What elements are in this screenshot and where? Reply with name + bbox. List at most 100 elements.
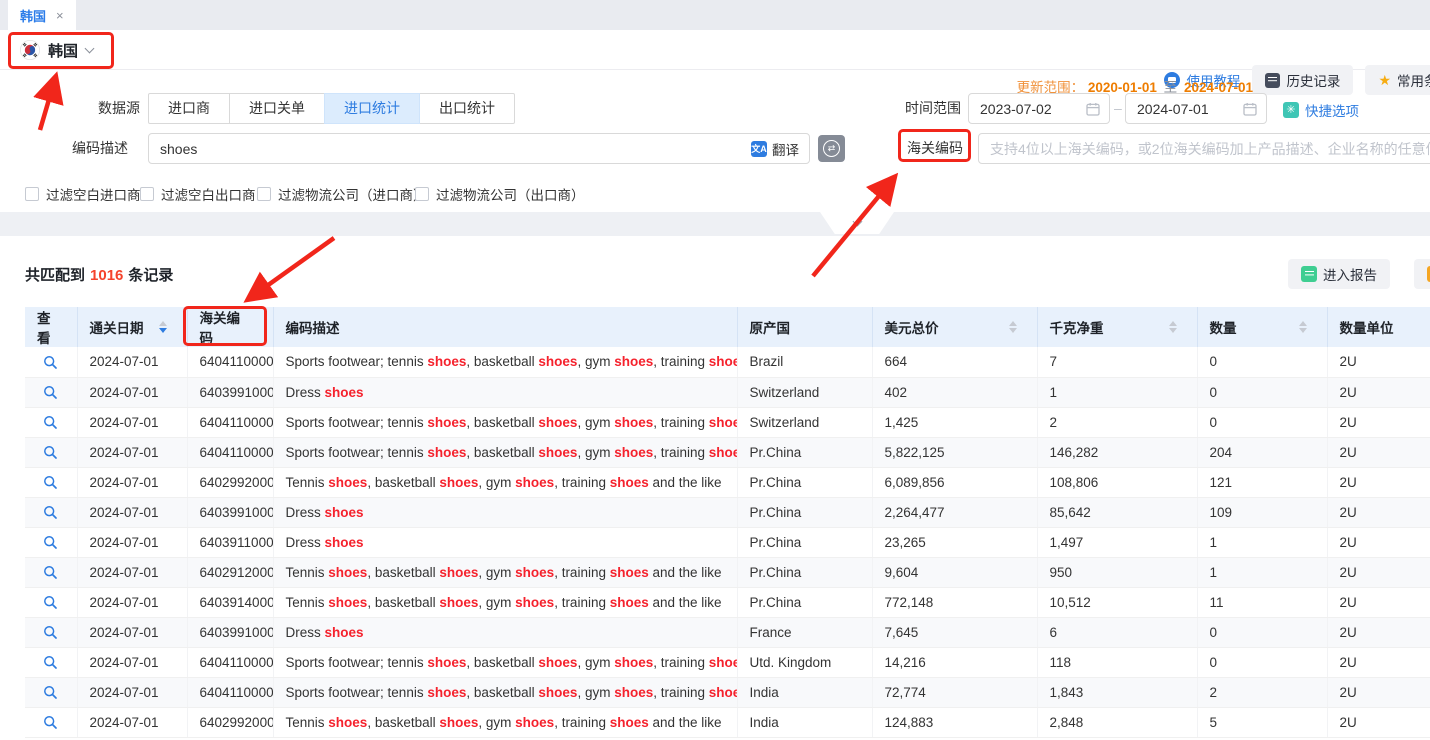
cell-unit: 2U: [1327, 677, 1430, 707]
filter-checkbox[interactable]: 过滤物流公司（进口商）: [257, 184, 427, 204]
table-row: 2024-07-016404110000Sports footwear; ten…: [25, 347, 1430, 377]
calendar-icon[interactable]: [1086, 102, 1100, 116]
sort-carets[interactable]: [159, 321, 167, 333]
datasource-option[interactable]: 进口统计: [324, 93, 420, 124]
hs-code-input[interactable]: [979, 135, 1430, 162]
cell-date: 2024-07-01: [77, 647, 187, 677]
export-button[interactable]: [1414, 259, 1430, 289]
sort-desc-icon[interactable]: [1169, 328, 1177, 333]
column-header[interactable]: 美元总价: [872, 307, 1037, 347]
cell-quantity: 0: [1197, 617, 1327, 647]
description-input[interactable]: [149, 135, 751, 162]
country-selector[interactable]: 韩国: [20, 38, 93, 62]
view-detail-button[interactable]: [25, 467, 77, 497]
summary-suffix: 条记录: [128, 267, 173, 284]
highlighted-keyword: shoes: [439, 565, 478, 580]
column-header[interactable]: 数量: [1197, 307, 1327, 347]
view-detail-button[interactable]: [25, 587, 77, 617]
cell-net-kg: 7: [1037, 347, 1197, 377]
checkbox-box[interactable]: [140, 187, 154, 201]
datasource-group: 进口商进口关单进口统计出口统计: [148, 93, 515, 124]
cell-hs-code: 6404110000: [187, 437, 273, 467]
cell-usd-total: 23,265: [872, 527, 1037, 557]
cell-description: Sports footwear; tennis shoes, basketbal…: [273, 407, 737, 437]
column-header[interactable]: 通关日期: [77, 307, 187, 347]
highlighted-keyword: shoes: [328, 565, 367, 580]
sort-desc-icon[interactable]: [159, 328, 167, 333]
cell-unit: 2U: [1327, 617, 1430, 647]
results-summary: 共匹配到1016条记录: [25, 264, 173, 285]
checkbox-label: 过滤物流公司（出口商）: [436, 184, 585, 204]
datasource-option[interactable]: 出口统计: [419, 93, 515, 124]
view-detail-button[interactable]: [25, 407, 77, 437]
datasource-option[interactable]: 进口关单: [229, 93, 325, 124]
cell-description: Dress shoes: [273, 617, 737, 647]
column-header[interactable]: 千克净重: [1037, 307, 1197, 347]
sort-carets[interactable]: [1169, 321, 1177, 333]
table-row: 2024-07-016403991000Dress shoesFrance7,6…: [25, 617, 1430, 647]
view-detail-button[interactable]: [25, 377, 77, 407]
checkbox-box[interactable]: [415, 187, 429, 201]
time-range-label: 时间范围: [903, 93, 961, 124]
sort-carets[interactable]: [1009, 321, 1017, 333]
sort-asc-icon[interactable]: [1169, 321, 1177, 326]
cell-date: 2024-07-01: [77, 617, 187, 647]
date-from-input[interactable]: 2023-07-02: [968, 93, 1110, 124]
enter-report-button[interactable]: 进入报告: [1288, 259, 1390, 289]
tab-bar: 韩国 ×: [0, 0, 1430, 30]
checkbox-box[interactable]: [257, 187, 271, 201]
cell-origin: Switzerland: [737, 377, 872, 407]
filter-checkbox[interactable]: 过滤空白出口商: [140, 184, 256, 204]
quick-options-link[interactable]: ✳ 快捷选项: [1283, 100, 1359, 120]
highlighted-keyword: shoes: [538, 655, 577, 670]
filter-checkbox[interactable]: 过滤空白进口商: [25, 184, 141, 204]
cell-hs-code: 6403914000: [187, 587, 273, 617]
highlighted-keyword: shoes: [538, 685, 577, 700]
view-detail-button[interactable]: [25, 647, 77, 677]
date-to-input[interactable]: 2024-07-01: [1125, 93, 1267, 124]
magnifier-icon: [43, 655, 58, 670]
translate-label: 翻译: [772, 139, 799, 159]
translate-button[interactable]: 文A 翻译: [751, 139, 799, 159]
enter-report-label: 进入报告: [1323, 264, 1377, 284]
view-detail-button[interactable]: [25, 437, 77, 467]
sort-desc-icon[interactable]: [1299, 328, 1307, 333]
view-detail-button[interactable]: [25, 617, 77, 647]
checkbox-box[interactable]: [25, 187, 39, 201]
sort-carets[interactable]: [1299, 321, 1307, 333]
highlighted-keyword: shoes: [427, 445, 466, 460]
view-detail-button[interactable]: [25, 677, 77, 707]
exact-match-toggle-button[interactable]: ⇄: [818, 135, 845, 162]
datasource-option[interactable]: 进口商: [148, 93, 230, 124]
history-button[interactable]: 历史记录: [1252, 65, 1353, 95]
cell-unit: 2U: [1327, 527, 1430, 557]
tab-close-icon[interactable]: ×: [56, 8, 64, 23]
sort-asc-icon[interactable]: [159, 321, 167, 326]
sort-desc-icon[interactable]: [1009, 328, 1017, 333]
highlighted-keyword: shoes: [538, 415, 577, 430]
sort-asc-icon[interactable]: [1299, 321, 1307, 326]
cell-net-kg: 950: [1037, 557, 1197, 587]
history-label: 历史记录: [1286, 70, 1340, 90]
calendar-icon[interactable]: [1243, 102, 1257, 116]
cell-date: 2024-07-01: [77, 467, 187, 497]
tab-korea[interactable]: 韩国 ×: [8, 0, 76, 30]
favorites-button[interactable]: ★ 常用条件: [1365, 65, 1430, 95]
cell-date: 2024-07-01: [77, 707, 187, 737]
highlighted-keyword: shoes: [427, 655, 466, 670]
cell-description: Dress shoes: [273, 497, 737, 527]
cell-net-kg: 1,497: [1037, 527, 1197, 557]
view-detail-button[interactable]: [25, 707, 77, 737]
view-detail-button[interactable]: [25, 557, 77, 587]
cell-unit: 2U: [1327, 557, 1430, 587]
highlighted-keyword: shoes: [328, 715, 367, 730]
collapse-panel-button[interactable]: [820, 212, 894, 234]
view-detail-button[interactable]: [25, 497, 77, 527]
filter-checkbox[interactable]: 过滤物流公司（出口商）: [415, 184, 585, 204]
view-detail-button[interactable]: [25, 347, 77, 377]
view-detail-button[interactable]: [25, 527, 77, 557]
magnifier-icon: [43, 415, 58, 430]
sort-asc-icon[interactable]: [1009, 321, 1017, 326]
cell-quantity: 0: [1197, 377, 1327, 407]
cell-date: 2024-07-01: [77, 557, 187, 587]
